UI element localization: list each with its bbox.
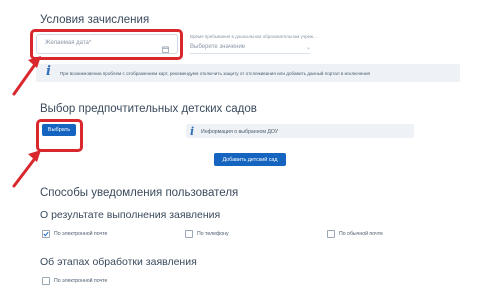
arrow-icon [12,56,41,96]
arrow-icon [12,150,41,188]
annotation-arrows [12,56,41,188]
